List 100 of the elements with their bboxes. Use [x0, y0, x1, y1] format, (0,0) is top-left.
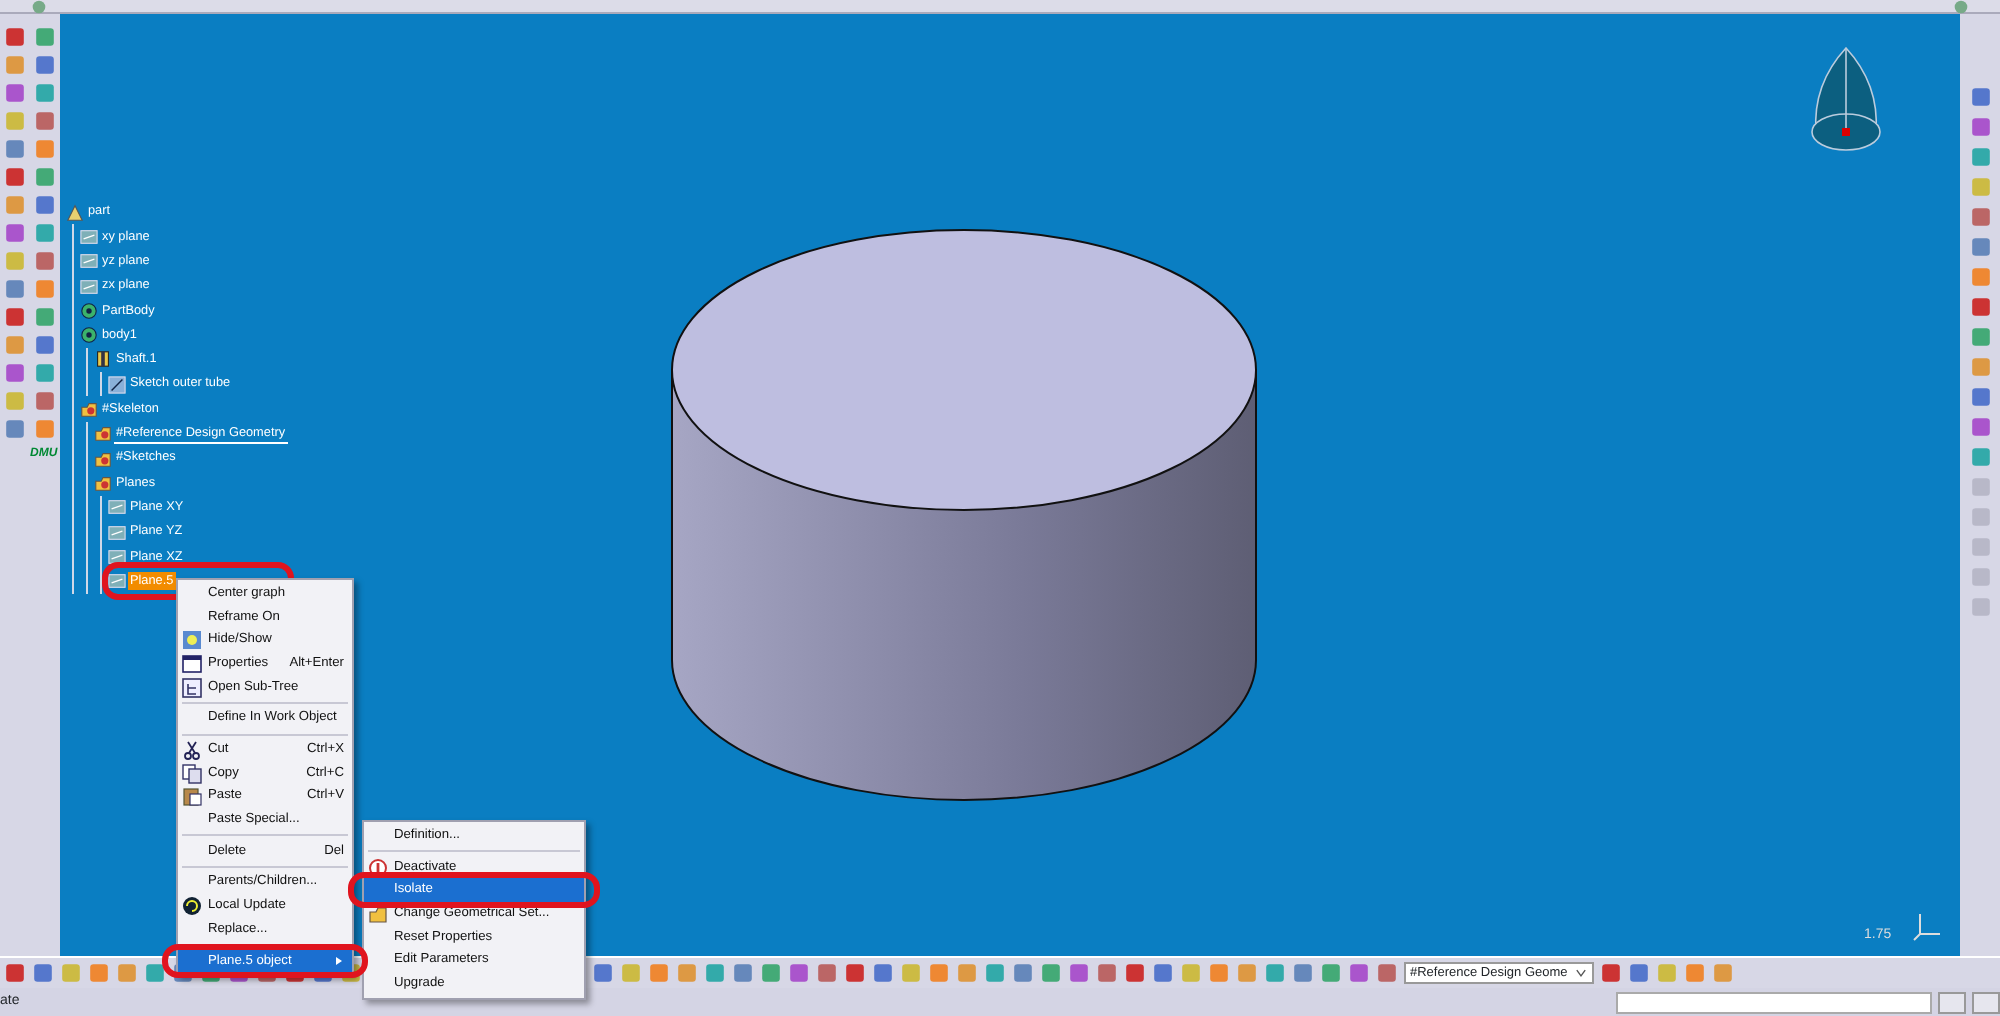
- tool-icon[interactable]: [1969, 416, 1991, 438]
- sketch-icon: [108, 375, 126, 394]
- tool-icon[interactable]: [1236, 962, 1258, 984]
- tool-icon[interactable]: [4, 138, 26, 160]
- tool-icon[interactable]: [1096, 962, 1118, 984]
- shaft-icon: [94, 350, 112, 369]
- tool-icon[interactable]: [4, 166, 26, 188]
- update-icon: [182, 896, 202, 917]
- tool-icon[interactable]: [1969, 386, 1991, 408]
- tool-icon[interactable]: [1264, 962, 1286, 984]
- tool-icon[interactable]: [4, 962, 26, 984]
- tool-icon[interactable]: [1711, 962, 1734, 984]
- plane-icon: [108, 547, 126, 566]
- properties-icon: [182, 653, 202, 674]
- tool-icon[interactable]: [1969, 296, 1991, 318]
- tool-icon[interactable]: [34, 362, 56, 384]
- tool-icon[interactable]: [34, 166, 56, 188]
- tool-icon[interactable]: [34, 222, 56, 244]
- plane-icon: [80, 252, 98, 271]
- hide-show-icon: [182, 630, 202, 651]
- tool-icon[interactable]: [1969, 326, 1991, 348]
- tool-icon[interactable]: [1969, 116, 1991, 138]
- tool-icon[interactable]: [34, 82, 56, 104]
- info-icon[interactable]: [1954, 0, 1968, 14]
- tool-icon[interactable]: [4, 54, 26, 76]
- tool-icon[interactable]: [34, 250, 56, 272]
- tool-icon[interactable]: [1969, 446, 1991, 468]
- command-field[interactable]: [1616, 991, 1932, 1013]
- tool-icon[interactable]: [4, 222, 26, 244]
- tool-icon[interactable]: [34, 54, 56, 76]
- submenu-arrow-icon: [334, 955, 344, 966]
- folder-icon: [80, 400, 98, 419]
- tool-icon[interactable]: [760, 962, 782, 984]
- tool-icon[interactable]: [1320, 962, 1342, 984]
- tool-icon[interactable]: [34, 418, 56, 440]
- tool-icon[interactable]: [4, 194, 26, 216]
- tool-icon[interactable]: [648, 962, 670, 984]
- tool-icon[interactable]: [704, 962, 726, 984]
- folder-icon: [94, 449, 112, 468]
- tool-icon[interactable]: [34, 110, 56, 132]
- tool-icon[interactable]: [34, 26, 56, 48]
- tool-icon[interactable]: [1969, 266, 1991, 288]
- tool-icon[interactable]: [34, 138, 56, 160]
- tool-icon[interactable]: [34, 390, 56, 412]
- chevron-icon: [1573, 966, 1588, 980]
- plane-icon: [108, 523, 126, 541]
- tool-icon[interactable]: [34, 334, 56, 356]
- tool-icon[interactable]: [34, 278, 56, 300]
- plane-icon: [80, 227, 98, 246]
- tool-icon[interactable]: [732, 962, 754, 984]
- info-icon[interactable]: [32, 0, 46, 14]
- tool-icon[interactable]: [956, 962, 978, 984]
- tool-icon[interactable]: [34, 306, 56, 328]
- clipboard-icon: [182, 786, 202, 807]
- tool-icon[interactable]: [4, 26, 26, 48]
- tool-icon[interactable]: [1012, 962, 1034, 984]
- status-button[interactable]: [1938, 991, 1966, 1013]
- axis-icon: [1912, 910, 1944, 942]
- tool-icon[interactable]: [4, 82, 26, 104]
- folder-icon: [94, 473, 112, 492]
- tool-icon[interactable]: [88, 962, 110, 984]
- tool-icon[interactable]: [1969, 356, 1991, 378]
- tool-icon[interactable]: [844, 962, 866, 984]
- tool-icon[interactable]: [4, 334, 26, 356]
- tree-icon: [182, 677, 202, 698]
- tool-icon[interactable]: [144, 962, 166, 984]
- tool-icon[interactable]: [788, 962, 810, 984]
- tool-icon[interactable]: [1969, 236, 1991, 258]
- tool-icon[interactable]: [984, 962, 1006, 984]
- tool-icon[interactable]: [676, 962, 698, 984]
- tool-icon[interactable]: [1124, 962, 1146, 984]
- tool-icon[interactable]: [592, 962, 614, 984]
- tool-icon[interactable]: [928, 962, 950, 984]
- part-icon: [66, 203, 84, 222]
- tool-icon[interactable]: [4, 306, 26, 328]
- tool-icon[interactable]: [1599, 962, 1622, 984]
- compass-drawing[interactable]: [1806, 44, 1886, 154]
- tool-icon[interactable]: [1152, 962, 1174, 984]
- plane-icon: [80, 277, 98, 296]
- tool-icon[interactable]: [1376, 962, 1398, 984]
- tool-icon[interactable]: [1040, 962, 1062, 984]
- tool-icon[interactable]: [1208, 962, 1230, 984]
- tool-icon[interactable]: [116, 962, 138, 984]
- tool-icon[interactable]: [1348, 962, 1370, 984]
- tool-icon[interactable]: [1969, 146, 1991, 168]
- tool-icon[interactable]: [32, 962, 54, 984]
- scissors-icon: [182, 739, 202, 760]
- tool-icon[interactable]: [34, 194, 56, 216]
- tool-icon[interactable]: [1068, 962, 1090, 984]
- tool-icon[interactable]: [1969, 86, 1991, 108]
- tool-icon[interactable]: [816, 962, 838, 984]
- tool-icon[interactable]: [4, 278, 26, 300]
- tool-icon[interactable]: [4, 362, 26, 384]
- status-button[interactable]: [1972, 991, 2000, 1013]
- tool-icon[interactable]: [1627, 962, 1650, 984]
- tool-icon[interactable]: [1683, 962, 1706, 984]
- tool-icon[interactable]: [1969, 206, 1991, 228]
- tool-icon[interactable]: [4, 418, 26, 440]
- tool-icon[interactable]: [1292, 962, 1314, 984]
- tool-icon[interactable]: [872, 962, 894, 984]
